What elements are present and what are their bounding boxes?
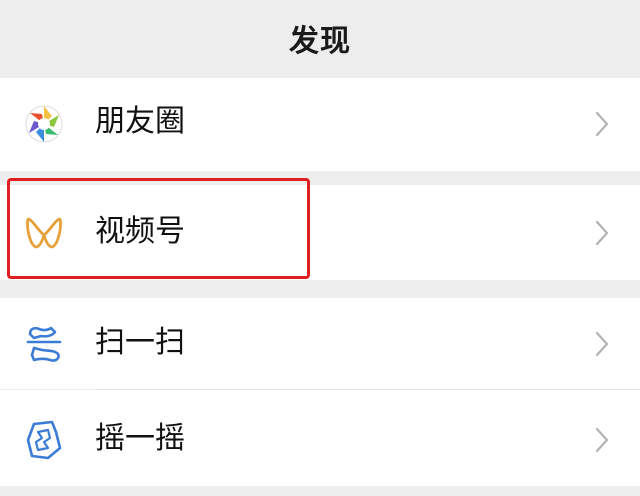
- top-bar: 发现: [0, 0, 640, 76]
- list-item-label: 朋友圈: [95, 104, 185, 139]
- scan-icon: [26, 326, 62, 362]
- list-item-shake[interactable]: 摇一摇: [0, 390, 640, 486]
- chevron-right-icon: [595, 111, 609, 137]
- highlight-annotation-box: [7, 178, 310, 279]
- chevron-right-icon: [595, 427, 609, 453]
- shake-icon: [26, 420, 62, 460]
- chevron-right-icon: [595, 220, 609, 246]
- list-item-moments[interactable]: 朋友圈: [0, 78, 640, 171]
- chevron-right-icon: [595, 331, 609, 357]
- list-item-scan[interactable]: 扫一扫: [0, 298, 640, 389]
- list-item-label: 扫一扫: [95, 325, 185, 360]
- page-title: 发现: [289, 24, 351, 59]
- moments-aperture-icon: [25, 105, 63, 143]
- discover-screen: 发现 朋友圈 视频号 扫一扫 摇一摇: [0, 0, 640, 496]
- list-item-label: 摇一摇: [95, 421, 185, 456]
